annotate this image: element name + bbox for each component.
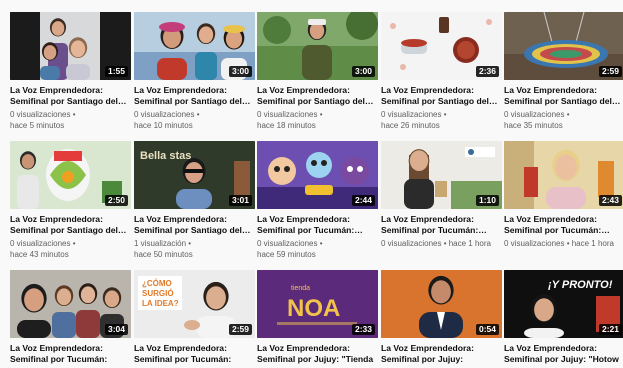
video-title[interactable]: La Voz Emprendedora: Semifinal por Santi… bbox=[381, 85, 502, 106]
video-duration-badge: 2:59 bbox=[598, 66, 622, 77]
video-thumbnail[interactable]: ¿CÓMO SURGIÓ LA IDEA? 2:59 bbox=[134, 270, 255, 338]
video-thumbnail[interactable]: 2:44 bbox=[257, 141, 378, 209]
video-card[interactable]: 3:00 La Voz Emprendedora: Semifinal por S… bbox=[134, 12, 255, 131]
video-duration-badge: 2:59 bbox=[228, 324, 252, 335]
video-thumbnail[interactable]: 3:00 bbox=[134, 12, 255, 80]
video-card[interactable]: ¿CÓMO SURGIÓ LA IDEA? 2:59 La Voz Emprended… bbox=[134, 270, 255, 368]
video-thumbnail[interactable]: 2:59 bbox=[504, 12, 623, 80]
video-thumbnail[interactable]: 3:00 bbox=[257, 12, 378, 80]
video-views: 0 visualizaciones • bbox=[10, 110, 76, 120]
video-metadata: 0 visualizaciones • hace 59 minutos bbox=[257, 239, 378, 260]
video-card[interactable]: 2:44 La Voz Emprendedora: Semifinal por T… bbox=[257, 141, 378, 260]
video-metadata: 0 visualizaciones • hace 1 hora bbox=[504, 239, 623, 250]
video-upload-time: hace 5 minutos bbox=[10, 120, 65, 130]
video-metadata: 0 visualizaciones • hace 10 minutos bbox=[134, 110, 255, 131]
video-card[interactable]: Bella stas 3:01 La Voz Emprendedora: Semi… bbox=[134, 141, 255, 260]
video-title[interactable]: La Voz Emprendedora: Semifinal por Santi… bbox=[134, 214, 255, 235]
video-duration-badge: 3:01 bbox=[228, 195, 252, 206]
video-metadata: 0 visualizaciones • hace 35 minutos bbox=[504, 110, 623, 131]
video-thumbnail[interactable]: 1:10 bbox=[381, 141, 502, 209]
video-card[interactable]: tienda NOA 2:33 La Voz Emprendedora: Semi… bbox=[257, 270, 378, 368]
video-views: 1 visualización • bbox=[134, 239, 192, 249]
svg-text:tienda: tienda bbox=[291, 285, 310, 292]
video-card[interactable]: 2:50 La Voz Emprendedora: Semifinal por S… bbox=[10, 141, 131, 260]
video-thumbnail[interactable]: 1:55 bbox=[10, 12, 131, 80]
video-duration-badge: 2:36 bbox=[475, 66, 499, 77]
video-card[interactable]: 3:04 La Voz Emprendedora: Semifinal por T… bbox=[10, 270, 131, 368]
video-card[interactable]: 2:43 La Voz Emprendedora: Semifinal por T… bbox=[504, 141, 623, 250]
video-metadata: 0 visualizaciones • hace 1 hora bbox=[381, 239, 502, 250]
video-thumbnail[interactable]: 2:36 bbox=[381, 12, 502, 80]
video-upload-time: hace 10 minutos bbox=[134, 120, 193, 130]
video-card[interactable]: 2:59 La Voz Emprendedora: Semifinal por S… bbox=[504, 12, 623, 131]
video-views: 0 visualizaciones • bbox=[381, 110, 447, 120]
video-upload-time: hace 43 minutos bbox=[10, 249, 69, 259]
video-duration-badge: 3:00 bbox=[351, 66, 375, 77]
video-card[interactable]: 2:36 La Voz Emprendedora: Semifinal por S… bbox=[381, 12, 502, 131]
video-upload-time: hace 26 minutos bbox=[381, 120, 440, 130]
video-upload-time: hace 35 minutos bbox=[504, 120, 563, 130]
video-title[interactable]: La Voz Emprendedora: Semifinal por Tucum… bbox=[257, 214, 378, 235]
video-card[interactable]: 1:10 La Voz Emprendedora: Semifinal por T… bbox=[381, 141, 502, 250]
video-duration-badge: 2:33 bbox=[351, 324, 375, 335]
video-thumbnail[interactable]: 2:50 bbox=[10, 141, 131, 209]
video-thumbnail[interactable]: Bella stas 3:01 bbox=[134, 141, 255, 209]
video-thumbnail[interactable]: 0:54 bbox=[381, 270, 502, 338]
video-card[interactable]: ¡Y PRONTO! 2:21 La Voz Emprendedora: Semi… bbox=[504, 270, 623, 368]
video-thumbnail[interactable]: tienda NOA 2:33 bbox=[257, 270, 378, 338]
video-views: 0 visualizaciones • bbox=[257, 239, 323, 249]
svg-text:¿CÓMO: ¿CÓMO bbox=[142, 279, 172, 288]
video-card[interactable]: 0:54 La Voz Emprendedora: Semifinal por J… bbox=[381, 270, 502, 368]
svg-text:SURGIÓ: SURGIÓ bbox=[142, 289, 174, 298]
video-title[interactable]: La Voz Emprendedora: Semifinal por Santi… bbox=[504, 85, 623, 106]
video-title[interactable]: La Voz Emprendedora: Semifinal por Tucum… bbox=[10, 343, 131, 364]
video-upload-time: hace 59 minutos bbox=[257, 249, 316, 259]
video-duration-badge: 2:21 bbox=[598, 324, 622, 335]
video-duration-badge: 2:44 bbox=[351, 195, 375, 206]
video-title[interactable]: La Voz Emprendedora: Semifinal por Tucum… bbox=[381, 214, 502, 235]
video-upload-time: hace 50 minutos bbox=[134, 249, 193, 259]
video-title[interactable]: La Voz Emprendedora: Semifinal por Santi… bbox=[134, 85, 255, 106]
video-thumbnail[interactable]: ¡Y PRONTO! 2:21 bbox=[504, 270, 623, 338]
svg-text:NOA: NOA bbox=[287, 295, 340, 322]
video-metadata: 0 visualizaciones • hace 43 minutos bbox=[10, 239, 131, 260]
video-views: 0 visualizaciones • bbox=[257, 110, 323, 120]
video-duration-badge: 1:55 bbox=[104, 66, 128, 77]
video-views: 0 visualizaciones • bbox=[504, 110, 570, 120]
video-card[interactable]: 1:55 La Voz Emprendedora: Semifinal por S… bbox=[10, 12, 131, 131]
video-thumbnail[interactable]: 3:04 bbox=[10, 270, 131, 338]
svg-text:¡Y PRONTO!: ¡Y PRONTO! bbox=[548, 279, 613, 291]
video-metadata: 0 visualizaciones • hace 5 minutos bbox=[10, 110, 131, 131]
video-duration-badge: 0:54 bbox=[475, 324, 499, 335]
svg-text:LA IDEA?: LA IDEA? bbox=[142, 299, 179, 308]
video-title[interactable]: La Voz Emprendedora: Semifinal por Santi… bbox=[10, 85, 131, 106]
svg-text:Bella stas: Bella stas bbox=[140, 150, 191, 162]
video-title[interactable]: La Voz Emprendedora: Semifinal por Tucum… bbox=[134, 343, 255, 364]
video-views: 0 visualizaciones • bbox=[134, 110, 200, 120]
video-views: 0 visualizaciones • bbox=[10, 239, 76, 249]
video-title[interactable]: La Voz Emprendedora: Semifinal por Santi… bbox=[257, 85, 378, 106]
video-title[interactable]: La Voz Emprendedora: Semifinal por Tucum… bbox=[504, 214, 623, 235]
video-duration-badge: 2:43 bbox=[598, 195, 622, 206]
video-metadata: 0 visualizaciones • hace 26 minutos bbox=[381, 110, 502, 131]
video-upload-time: hace 18 minutos bbox=[257, 120, 316, 130]
video-title[interactable]: La Voz Emprendedora: Semifinal por Santi… bbox=[10, 214, 131, 235]
video-card[interactable]: 3:00 La Voz Emprendedora: Semifinal por S… bbox=[257, 12, 378, 131]
video-duration-badge: 3:00 bbox=[228, 66, 252, 77]
video-duration-badge: 2:50 bbox=[104, 195, 128, 206]
video-metadata: 0 visualizaciones • hace 18 minutos bbox=[257, 110, 378, 131]
video-title[interactable]: La Voz Emprendedora: Semifinal por Jujuy… bbox=[504, 343, 623, 364]
video-views: 0 visualizaciones • hace 1 hora bbox=[381, 239, 491, 249]
video-thumbnail[interactable]: 2:43 bbox=[504, 141, 623, 209]
video-views: 0 visualizaciones • hace 1 hora bbox=[504, 239, 614, 249]
video-duration-badge: 3:04 bbox=[104, 324, 128, 335]
video-metadata: 1 visualización • hace 50 minutos bbox=[134, 239, 255, 260]
video-title[interactable]: La Voz Emprendedora: Semifinal por Jujuy… bbox=[257, 343, 378, 364]
video-duration-badge: 1:10 bbox=[475, 195, 499, 206]
video-title[interactable]: La Voz Emprendedora: Semifinal por Jujuy… bbox=[381, 343, 502, 364]
video-grid: 1:55 La Voz Emprendedora: Semifinal por S… bbox=[0, 0, 623, 364]
